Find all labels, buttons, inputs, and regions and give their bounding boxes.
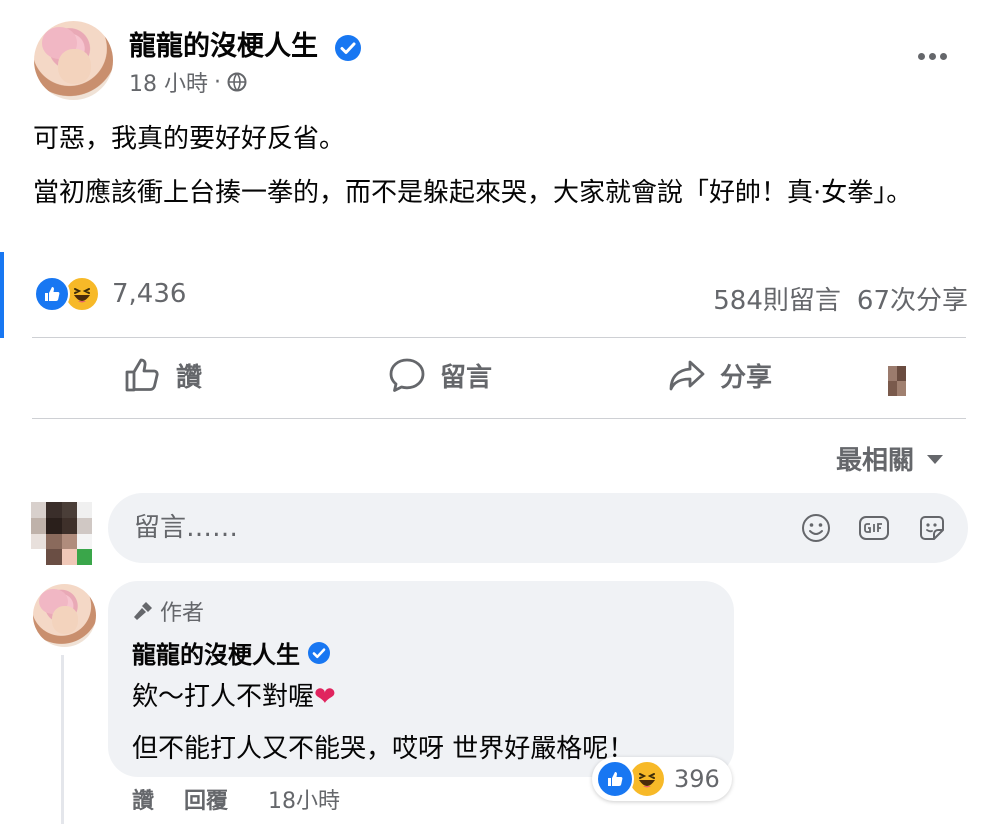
share-count-link[interactable]: 67次分享	[857, 280, 968, 317]
comment-like-button[interactable]: 讚	[132, 783, 154, 815]
post-paragraph: 當初應該衝上台揍一拳的，而不是躲起來哭，大家就會說「好帥！真·女拳」。	[33, 178, 913, 208]
gif-icon	[859, 516, 889, 540]
comment-bubble: 作者 龍龍的沒梗人生 欸～打人不對喔❤ 但不能打人又不能哭，哎呀 世界好嚴格呢！	[108, 581, 734, 777]
gif-button[interactable]	[858, 512, 890, 544]
post-body: 可惡，我真的要好好反省。 當初應該衝上台揍一拳的，而不是躲起來哭，大家就會說「好…	[33, 118, 963, 226]
post-time[interactable]: 18 小時	[129, 66, 208, 98]
share-arrow-icon	[669, 360, 705, 391]
thread-line	[61, 655, 64, 824]
focus-indicator	[0, 252, 4, 338]
post-paragraph: 可惡，我真的要好好反省。	[33, 124, 346, 154]
more-options-button[interactable]	[910, 40, 954, 72]
comment-text: 欸～打人不對喔❤ 但不能打人又不能哭，哎呀 世界好嚴格呢！	[132, 678, 710, 768]
more-dot-icon	[917, 52, 925, 60]
author-badge: 作者	[132, 595, 710, 627]
meta-separator: ·	[214, 69, 221, 95]
reaction-summary[interactable]: 7,436	[34, 276, 186, 312]
like-reaction-icon	[596, 760, 634, 798]
sticker-icon	[920, 516, 944, 540]
like-button-label: 讚	[176, 362, 203, 393]
post-author-name[interactable]: 龍龍的沒梗人生	[129, 31, 318, 62]
comment-actions: 讚 回覆 18小時	[132, 783, 340, 815]
verified-badge-icon	[308, 641, 330, 664]
comment-button[interactable]: 留言	[388, 356, 492, 394]
emoji-button[interactable]	[800, 512, 832, 544]
caret-down-icon	[927, 454, 944, 464]
share-button[interactable]: 分享	[668, 356, 772, 394]
thumbs-up-icon	[125, 358, 159, 392]
smiley-icon	[802, 514, 830, 542]
like-button[interactable]: 讚	[124, 356, 202, 394]
reply-author-avatar[interactable]	[33, 584, 96, 647]
sticker-button[interactable]	[916, 512, 948, 544]
comment-reaction-count: 396	[674, 765, 720, 793]
heart-emoji-icon: ❤	[314, 682, 336, 712]
comment-input[interactable]	[134, 513, 774, 543]
like-reaction-icon	[34, 276, 70, 312]
comment-time[interactable]: 18小時	[268, 783, 340, 815]
current-user-avatar[interactable]	[31, 502, 92, 565]
microphone-icon	[134, 602, 152, 620]
divider	[32, 418, 966, 419]
author-badge-label: 作者	[160, 601, 205, 626]
comment-line: 欸～打人不對喔	[132, 682, 315, 712]
comment-author-name[interactable]: 龍龍的沒梗人生	[132, 635, 300, 670]
comment-button-label: 留言	[440, 362, 493, 393]
comment-count-link[interactable]: 584則留言	[713, 280, 841, 317]
comment-reply-button[interactable]: 回覆	[184, 783, 228, 815]
post-author-avatar[interactable]	[34, 21, 113, 100]
comment-composer	[108, 493, 968, 563]
share-button-label: 分享	[720, 362, 773, 393]
reaction-count: 7,436	[112, 279, 187, 309]
verified-badge-icon	[335, 34, 362, 61]
globe-icon	[227, 72, 247, 92]
comment-reaction-summary[interactable]: 396	[592, 757, 732, 801]
speech-bubble-icon	[389, 358, 425, 392]
comment-sort-dropdown[interactable]: 最相關	[836, 440, 944, 477]
post-stats: 584則留言 67次分享	[713, 280, 968, 317]
divider	[32, 337, 966, 338]
post-meta: 18 小時 ·	[129, 66, 247, 98]
reaction-profile-switcher-avatar[interactable]	[888, 366, 906, 396]
sort-label: 最相關	[836, 446, 915, 476]
